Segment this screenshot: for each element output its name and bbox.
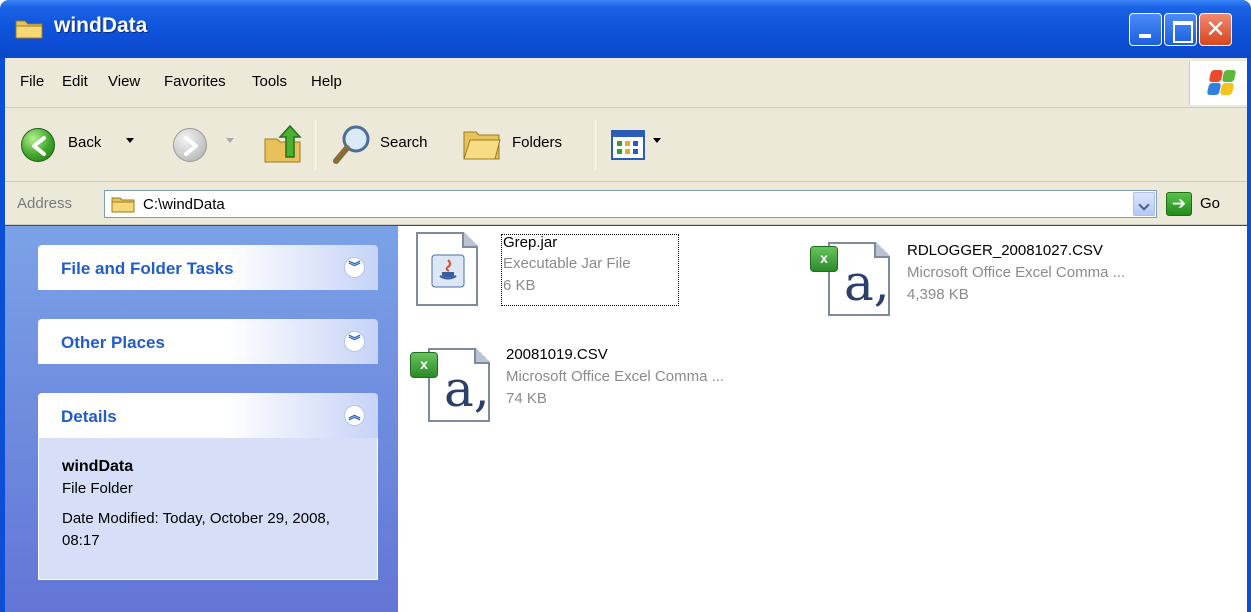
task-pane: File and Folder Tasks ︾ Other Places ︾ D… bbox=[5, 226, 398, 612]
back-dropdown-icon[interactable] bbox=[126, 138, 134, 143]
details-header[interactable]: Details ︽ bbox=[38, 393, 378, 438]
menu-help[interactable]: Help bbox=[311, 73, 342, 90]
file-name: RDLOGGER_20081027.CSV bbox=[907, 242, 1103, 259]
menu-tools[interactable]: Tools bbox=[252, 73, 287, 90]
go-button[interactable]: ➔ Go bbox=[1166, 190, 1244, 218]
details-modified: Date Modified: Today, October 29, 2008, … bbox=[62, 510, 330, 549]
go-arrow-icon: ➔ bbox=[1166, 192, 1192, 216]
views-grid-icon bbox=[611, 130, 645, 160]
details-panel: Details ︽ windData File Folder Date Modi… bbox=[38, 393, 378, 580]
chevron-up-icon[interactable]: ︽ bbox=[344, 405, 365, 426]
folder-icon bbox=[111, 197, 135, 213]
file-item[interactable]: a, x RDLOGGER_20081027.CSV Microsoft Off… bbox=[808, 232, 1228, 328]
forward-button[interactable] bbox=[165, 108, 240, 182]
file-size: 4,398 KB bbox=[907, 286, 969, 303]
windows-logo-icon bbox=[1189, 61, 1247, 105]
other-places-panel: Other Places ︾ bbox=[38, 319, 378, 364]
address-value: C:\windData bbox=[143, 196, 225, 213]
forward-dropdown-icon[interactable] bbox=[226, 138, 234, 143]
up-button[interactable] bbox=[258, 108, 308, 182]
file-folder-tasks-panel: File and Folder Tasks ︾ bbox=[38, 245, 378, 290]
java-jar-icon bbox=[416, 232, 478, 306]
details-name: windData bbox=[62, 458, 134, 475]
address-input[interactable]: C:\windData bbox=[104, 190, 1157, 218]
search-button[interactable]: Search bbox=[330, 108, 450, 182]
file-folder-tasks-header[interactable]: File and Folder Tasks ︾ bbox=[38, 245, 378, 290]
other-places-title: Other Places bbox=[61, 333, 165, 352]
chevron-down-icon[interactable]: ︾ bbox=[344, 257, 365, 278]
menu-favorites[interactable]: Favorites bbox=[164, 73, 226, 90]
excel-badge-icon: x bbox=[410, 352, 438, 378]
folder-icon bbox=[15, 20, 43, 39]
menu-bar: File Edit View Favorites Tools Help bbox=[5, 58, 1247, 108]
maximize-button[interactable] bbox=[1164, 13, 1197, 46]
forward-arrow-icon bbox=[173, 128, 207, 162]
menu-edit[interactable]: Edit bbox=[62, 73, 88, 90]
folders-button[interactable]: Folders bbox=[460, 108, 585, 182]
file-name: 20081019.CSV bbox=[506, 346, 608, 363]
other-places-header[interactable]: Other Places ︾ bbox=[38, 319, 378, 364]
views-button[interactable] bbox=[609, 108, 669, 182]
close-button[interactable]: ✕ bbox=[1199, 13, 1232, 46]
back-label: Back bbox=[68, 134, 102, 151]
search-label: Search bbox=[380, 134, 428, 151]
views-dropdown-icon[interactable] bbox=[653, 138, 661, 143]
window-title: windData bbox=[54, 14, 148, 37]
file-size: 74 KB bbox=[506, 390, 547, 407]
chevron-down-icon[interactable]: ︾ bbox=[344, 331, 365, 352]
details-type: File Folder bbox=[62, 480, 133, 497]
search-icon bbox=[333, 125, 370, 164]
up-folder-icon bbox=[264, 124, 302, 163]
file-type: Microsoft Office Excel Comma ... bbox=[506, 368, 725, 385]
menu-view[interactable]: View bbox=[108, 73, 140, 90]
file-size: 6 KB bbox=[503, 277, 536, 294]
file-list: Grep.jar Executable Jar File 6 KB a, x R… bbox=[398, 226, 1247, 612]
minimize-button[interactable] bbox=[1129, 13, 1162, 46]
file-type: Executable Jar File bbox=[503, 255, 631, 272]
file-type: Microsoft Office Excel Comma ... bbox=[907, 264, 1126, 281]
file-item[interactable]: Grep.jar Executable Jar File 6 KB bbox=[416, 232, 696, 316]
title-bar[interactable]: windData ✕ bbox=[0, 0, 1251, 58]
back-button[interactable]: Back bbox=[13, 108, 143, 182]
folders-icon bbox=[463, 131, 501, 160]
go-label: Go bbox=[1200, 195, 1221, 212]
back-arrow-icon bbox=[21, 128, 55, 162]
details-body: windData File Folder Date Modified: Toda… bbox=[38, 438, 378, 580]
file-name: Grep.jar bbox=[503, 234, 558, 251]
address-bar: Address C:\windData ➔ Go bbox=[5, 182, 1247, 225]
address-label: Address bbox=[17, 195, 73, 212]
details-title: Details bbox=[61, 407, 117, 426]
file-item[interactable]: a, x 20081019.CSV Microsoft Office Excel… bbox=[410, 338, 830, 434]
close-icon: ✕ bbox=[1205, 16, 1226, 43]
toolbar: Back Search Folders bbox=[5, 108, 1247, 182]
file-folder-tasks-title: File and Folder Tasks bbox=[61, 259, 234, 278]
menu-file[interactable]: File bbox=[20, 73, 44, 90]
excel-badge-icon: x bbox=[810, 246, 838, 272]
explorer-window: windData ✕ File Edit View Favorites Tool… bbox=[0, 0, 1251, 612]
folders-label: Folders bbox=[512, 134, 563, 151]
address-dropdown-button[interactable] bbox=[1133, 192, 1155, 216]
